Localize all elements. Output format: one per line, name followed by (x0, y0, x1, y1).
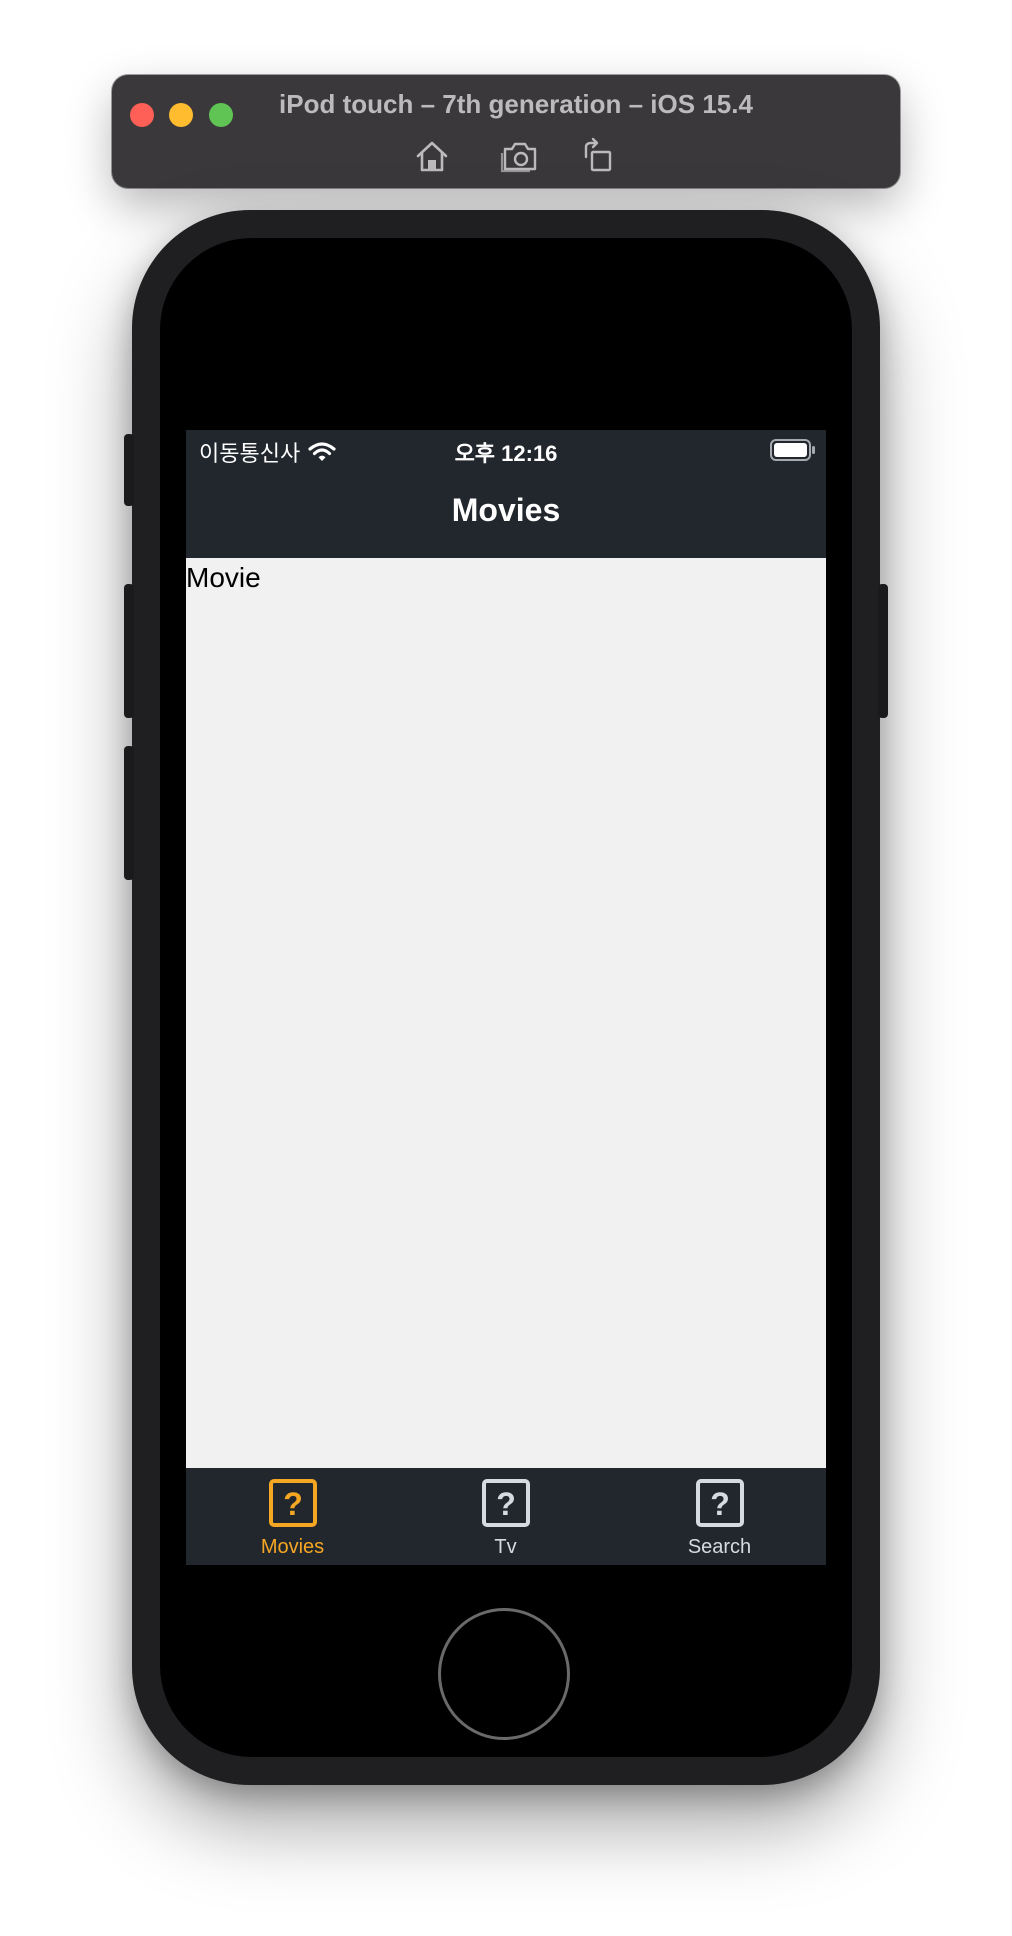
navigation-bar: Movies (186, 470, 826, 558)
app-screen: 이동통신사 오후 12:16 Movies Movie ? Movies ? T… (186, 430, 826, 1565)
movies-content: Movie (186, 558, 826, 1468)
question-mark-icon: ? (695, 1478, 745, 1528)
simulator-title: iPod touch – 7th generation – iOS 15.4 (279, 89, 753, 119)
tab-movies[interactable]: ? Movies (186, 1468, 399, 1565)
simulator-stage: iPod touch – 7th generation – iOS 15.4 이… (0, 0, 1012, 1936)
status-bar: 이동통신사 오후 12:16 (186, 430, 826, 470)
page-title: Movies (451, 492, 561, 528)
tab-label-tv: Tv (494, 1536, 517, 1558)
rotate-icon[interactable] (578, 137, 618, 175)
tab-bar: ? Movies ? Tv ? Search (186, 1468, 826, 1565)
volume-up-button (124, 584, 134, 718)
question-mark-icon: ? (481, 1478, 531, 1528)
mute-switch (124, 434, 134, 506)
content-label: Movie (186, 562, 261, 593)
simulator-title-bar: iPod touch – 7th generation – iOS 15.4 (112, 75, 900, 188)
home-icon[interactable] (412, 137, 452, 175)
tab-label-movies: Movies (260, 1536, 325, 1558)
battery-icon (770, 439, 815, 461)
svg-text:?: ? (496, 1486, 516, 1522)
power-button (878, 584, 888, 718)
tab-label-search: Search (687, 1536, 752, 1558)
volume-down-button (124, 746, 134, 880)
question-mark-icon: ? (268, 1478, 318, 1528)
simulator-toolbar (112, 137, 900, 177)
tab-tv[interactable]: ? Tv (399, 1468, 612, 1565)
home-button[interactable] (438, 1608, 570, 1740)
status-time: 오후 12:16 (454, 441, 558, 466)
svg-text:?: ? (283, 1486, 303, 1522)
tab-search[interactable]: ? Search (613, 1468, 826, 1565)
svg-text:?: ? (710, 1486, 730, 1522)
screenshot-icon[interactable] (500, 137, 540, 175)
